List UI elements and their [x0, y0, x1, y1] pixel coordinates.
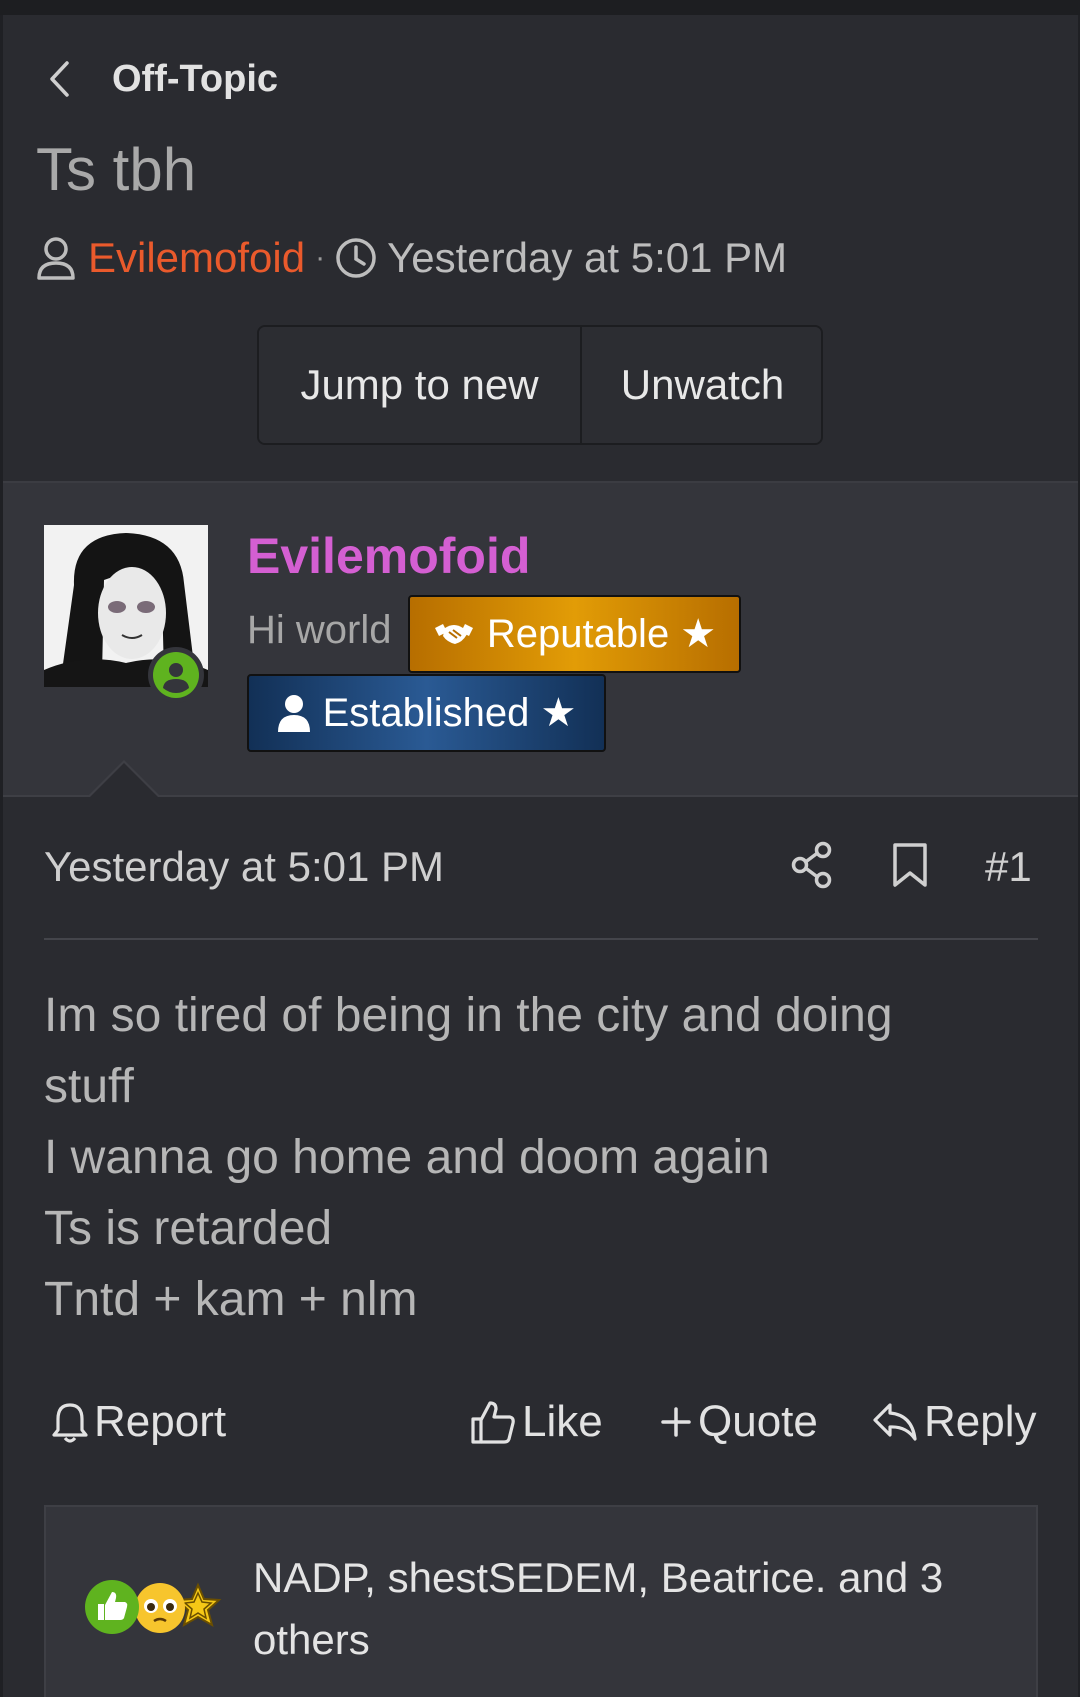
handshake-icon — [433, 620, 475, 648]
panel-pointer-fill — [90, 763, 158, 797]
reaction-icons — [84, 1579, 224, 1635]
user-title: Hi world — [247, 608, 392, 652]
status-bar — [0, 0, 1080, 15]
like-label: Like — [522, 1397, 603, 1446]
thumbs-up-icon — [470, 1399, 516, 1445]
post-date[interactable]: Yesterday at 5:01 PM — [44, 843, 444, 891]
breadcrumb-off-topic[interactable]: Off-Topic — [112, 58, 278, 101]
reputable-badge: Reputable ★ — [408, 595, 741, 673]
post-line: Tntd + kam + nlm — [44, 1273, 418, 1326]
report-button[interactable]: Report — [52, 1392, 226, 1452]
share-icon[interactable] — [790, 841, 834, 889]
person-icon — [277, 694, 311, 732]
pleading-face-reaction-icon — [135, 1583, 185, 1633]
like-button[interactable]: Like — [470, 1392, 603, 1452]
reply-button[interactable]: Reply — [872, 1392, 1037, 1452]
post-body: Im so tired of being in the city and doi… — [44, 980, 1038, 1335]
thread-author-link[interactable]: Evilemofoid — [88, 234, 305, 282]
user-icon — [36, 236, 76, 280]
established-badge: Established ★ — [247, 674, 606, 752]
clock-icon — [335, 237, 377, 279]
reactions-line: NADP, shestSEDEM, Beatrice. and 3 — [253, 1554, 944, 1601]
reactions-line: others — [253, 1616, 370, 1663]
thread-time[interactable]: Yesterday at 5:01 PM — [387, 234, 787, 282]
reply-label: Reply — [924, 1397, 1037, 1446]
reply-arrow-icon — [872, 1401, 918, 1443]
reactions-bar[interactable]: NADP, shestSEDEM, Beatrice. and 3 others — [44, 1505, 1038, 1697]
reputable-badge-label: Reputable ★ — [486, 612, 717, 656]
post-number[interactable]: #1 — [985, 843, 1032, 891]
post-divider — [44, 938, 1038, 940]
bell-icon — [52, 1400, 88, 1444]
online-status-icon — [148, 647, 204, 703]
meta-separator: · — [315, 241, 326, 274]
thread-button-group: Jump to new Unwatch — [257, 325, 823, 445]
bookmark-icon[interactable] — [888, 841, 932, 889]
thread-meta: Evilemofoid · Yesterday at 5:01 PM — [36, 233, 787, 283]
thumbs-up-reaction-icon — [85, 1580, 139, 1634]
post-line: stuff — [44, 1060, 134, 1113]
post-line: Ts is retarded — [44, 1202, 333, 1255]
report-label: Report — [94, 1397, 227, 1446]
quote-button[interactable]: Quote — [660, 1392, 818, 1452]
established-badge-label: Established ★ — [322, 691, 577, 735]
post-line: Im so tired of being in the city and doi… — [44, 989, 893, 1042]
thread-title: Ts tbh — [36, 136, 197, 203]
unwatch-button[interactable]: Unwatch — [582, 327, 821, 443]
post-line: I wanna go home and doom again — [44, 1131, 770, 1184]
quote-label: Quote — [698, 1397, 818, 1446]
back-chevron-icon[interactable] — [44, 59, 74, 99]
plus-icon — [660, 1406, 692, 1438]
jump-to-new-button[interactable]: Jump to new — [259, 327, 582, 443]
post-username[interactable]: Evilemofoid — [247, 527, 530, 585]
reactions-text[interactable]: NADP, shestSEDEM, Beatrice. and 3 others — [253, 1547, 973, 1671]
